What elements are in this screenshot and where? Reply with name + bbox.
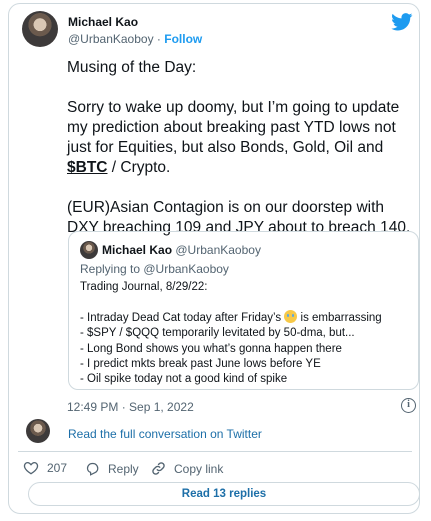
quoted-bullet-5: - Oil spike today not a good kind of spi… <box>80 373 288 386</box>
tweet-paragraph-2-text: Sorry to wake up doomy, but I’m going to… <box>67 99 400 156</box>
read-full-conversation-link[interactable]: Read the full conversation on Twitter <box>68 427 262 441</box>
quoted-bullet-1-tail: is embarrassing <box>297 312 382 325</box>
info-icon[interactable]: i <box>401 398 416 413</box>
author-avatar[interactable] <box>22 11 58 47</box>
quoted-tweet[interactable]: Michael Kao @UrbanKaoboy Replying to @Ur… <box>68 231 419 390</box>
copy-link-label: Copy link <box>174 461 224 476</box>
quoted-bullet-1: - Intraday Dead Cat today after Friday’s… <box>80 310 410 326</box>
reply-label: Reply <box>108 461 139 476</box>
quoted-replying-to: Replying to @UrbanKaoboy <box>80 262 229 276</box>
reply-author-avatar <box>26 419 50 443</box>
tweet-timestamp[interactable]: 12:49 PM · Sep 1, 2022 <box>67 400 194 414</box>
author-handle[interactable]: @UrbanKaoboy <box>68 32 154 46</box>
quoted-bullet-4: - I predict mkts break past June lows be… <box>80 357 321 370</box>
tweet-paragraph-2-tail: / Crypto. <box>107 159 171 176</box>
like-count: 207 <box>47 461 68 475</box>
like-button[interactable]: 207 <box>23 461 67 475</box>
heart-icon <box>23 461 39 475</box>
tweet-paragraph-1: Musing of the Day: <box>67 59 197 76</box>
btc-cashtag-link[interactable]: $BTC <box>67 159 107 176</box>
quoted-bullet-2: - $SPY / $QQQ temporarily levitated by 5… <box>80 327 355 340</box>
quoted-title: Trading Journal, 8/29/22: <box>80 281 208 293</box>
reply-bubble-icon <box>86 462 99 476</box>
tweet-text: Musing of the Day: Sorry to wake up doom… <box>67 58 413 258</box>
actions-divider <box>18 451 412 452</box>
quoted-body: Trading Journal, 8/29/22: - Intraday Dea… <box>80 280 410 387</box>
author-name[interactable]: Michael Kao <box>68 15 138 29</box>
follow-button[interactable]: Follow <box>164 32 202 46</box>
link-icon <box>152 462 165 475</box>
tweet-card: Michael Kao @UrbanKaoboy · Follow Musing… <box>8 3 420 514</box>
twitter-bird-icon[interactable] <box>391 13 413 31</box>
quoted-author-handle: @UrbanKaoboy <box>175 243 261 257</box>
copy-link-button[interactable]: Copy link <box>151 461 223 476</box>
quoted-author-avatar <box>80 241 98 259</box>
tweet-paragraph-2: Sorry to wake up doomy, but I’m going to… <box>67 98 413 178</box>
quoted-author-name: Michael Kao <box>102 243 173 257</box>
author-handle-line: @UrbanKaoboy · Follow <box>68 32 202 46</box>
quoted-bullet-1-text: - Intraday Dead Cat today after Friday’s <box>80 312 285 325</box>
quoted-bullet-3: - Long Bond shows you what’s gonna happe… <box>80 342 342 355</box>
quoted-author: Michael Kao @UrbanKaoboy <box>102 243 261 257</box>
reply-button[interactable]: Reply <box>85 461 139 476</box>
crying-emoji-icon <box>284 310 298 324</box>
read-replies-button[interactable]: Read 13 replies <box>28 482 420 506</box>
quoted-spacer <box>80 295 410 310</box>
separator-dot: · <box>156 32 161 46</box>
